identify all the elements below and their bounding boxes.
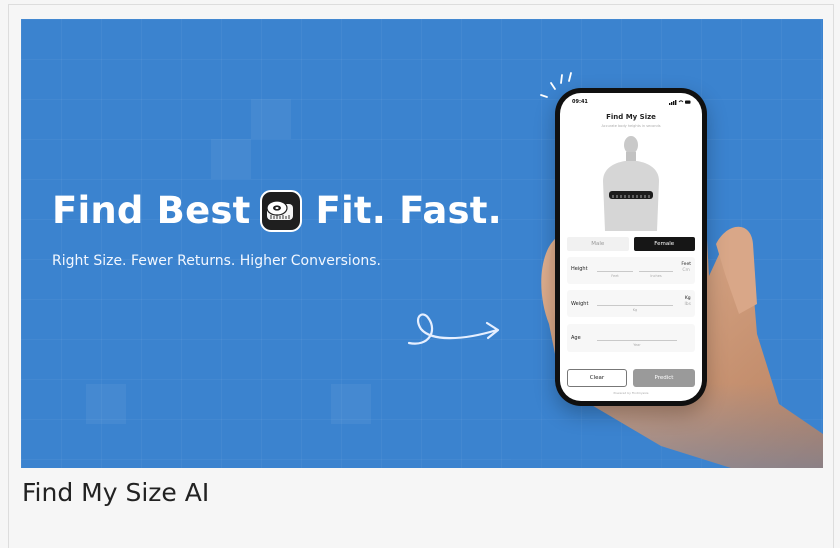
hero-banner[interactable]: Find Best Fit. Fast. Right Size. Fewer R… [21,19,823,468]
gender-toggle: Male Female [567,237,695,251]
height-inches-input[interactable] [639,271,673,272]
age-hint: Year [633,343,641,347]
app-subtitle: Accurate body heights in seconds [601,124,661,128]
card-caption[interactable]: Find My Size AI [22,478,209,507]
status-time: 09:41 [572,99,588,105]
mannequin-image [599,133,663,231]
status-icons [669,100,691,105]
age-card: Age Year [567,324,695,352]
height-label: Height [571,266,588,272]
headline-left: Find Best [52,189,251,232]
swirl-arrow-icon [407,313,500,345]
age-input[interactable] [597,340,677,341]
phone-mockup: 09:41 Find My Size Accurate body heights… [555,88,707,406]
phone-screen: 09:41 Find My Size Accurate body heights… [560,93,702,401]
background-tile [211,139,251,179]
height-feet-hint: Feet [611,274,619,278]
weight-card: Weight Kg Kg lbs [567,290,695,317]
app-title: Find My Size [606,113,656,121]
height-unit-toggle[interactable]: Feet Cm [681,262,691,274]
weight-input[interactable] [597,305,673,306]
age-label: Age [571,335,581,341]
height-feet-input[interactable] [597,271,633,272]
headline-right: Fit. Fast. [315,189,502,232]
background-tile [251,99,291,139]
height-unit-cm[interactable]: Cm [681,268,691,274]
height-inches-hint: Inches [650,274,662,278]
background-tile [331,384,371,424]
height-card: Height Feet Inches Feet Cm [567,257,695,284]
gender-female-option[interactable]: Female [633,237,695,251]
tagline: Right Size. Fewer Returns. Higher Conver… [52,253,382,269]
measuring-tape-icon [260,189,303,232]
weight-unit-toggle[interactable]: Kg lbs [685,296,691,308]
predict-button[interactable]: Predict [633,369,695,387]
background-tile [86,384,126,424]
gender-male-option[interactable]: Male [567,237,629,251]
weight-label: Weight [571,301,589,307]
weight-unit-lbs[interactable]: lbs [685,302,691,308]
headline: Find Best Fit. Fast. [52,189,502,232]
clear-button[interactable]: Clear [567,369,627,387]
weight-hint: Kg [632,308,638,312]
powered-by-text: Powered by Findmysize [613,391,649,395]
